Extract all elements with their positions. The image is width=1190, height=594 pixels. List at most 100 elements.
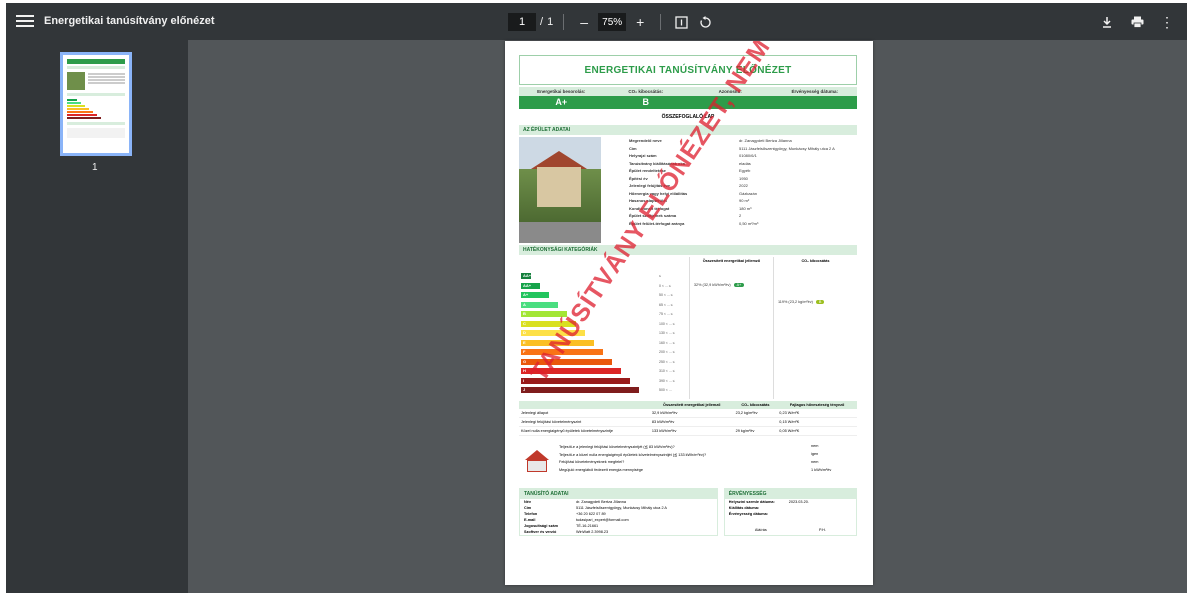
expert-value: dr. Zanagydeti Bertza Jillanna — [576, 500, 627, 504]
page-controls: / 1 – + — [508, 12, 715, 32]
expert-block: TANÚSÍTÓ ADATAI Név dr. Zanagydeti Bertza… — [519, 488, 718, 536]
rating-header: Érvényesség dátuma: — [772, 87, 857, 96]
zoom-level-input[interactable] — [598, 13, 627, 31]
validity-value: 2023.03.20. — [788, 500, 809, 504]
efficiency-bar: J — [521, 387, 639, 393]
summary-table-cell: 0,15 W/m²K — [777, 417, 857, 427]
requirement-answer: nem — [811, 460, 819, 464]
toolbar-divider — [563, 14, 565, 30]
summary-table-cell: 23,2 kg/m²év — [733, 409, 778, 418]
summary-title: ÖSSZEFOGLALÓ LAP — [661, 114, 715, 120]
requirement-row: Felújítási követelményeknek megfelel? nem — [559, 458, 857, 466]
summary-table-header — [519, 401, 650, 409]
co2-column-header: CO₂ kibocsátás — [801, 259, 830, 263]
summary-table-cell: 0,05 W/m²K — [777, 426, 857, 436]
efficiency-range: ≤ — [659, 274, 661, 278]
expert-title: TANÚSÍTÓ ADATAI — [520, 489, 717, 499]
viewer-toolbar: Energetikai tanúsítvány előnézet / 1 – + — [6, 3, 1187, 40]
building-fact-value: eladás — [739, 160, 751, 166]
thumb-footer — [67, 128, 125, 138]
house-wall — [537, 167, 581, 207]
expert-value: tudasipari_expert@formail.com — [576, 518, 629, 522]
efficiency-bar: A — [521, 301, 558, 308]
expert-key: Telefon — [524, 512, 538, 516]
rating-header: CO₂ kibocsátás: — [603, 87, 688, 96]
fit-page-icon[interactable] — [671, 12, 691, 32]
signature-row: Aláírás P.H. — [725, 527, 856, 533]
expert-key: E-mail — [524, 518, 536, 522]
building-fact-row: Megrendelő neve dr. Zanagydeti Bertza Jil… — [629, 137, 857, 145]
building-fact-value: Egyéb — [739, 168, 751, 174]
minus-icon[interactable]: – — [574, 12, 594, 32]
house-illustration — [519, 440, 559, 482]
efficiency-range: 310 < ... ≤ — [659, 369, 675, 373]
page-number-input[interactable] — [508, 13, 536, 31]
building-fact-value: dr. Zanagydeti Bertza Jillanna — [739, 138, 792, 144]
efficiency-range: 250 < ... ≤ — [659, 359, 675, 364]
validity-key: Érvényesség dátuma: — [728, 512, 769, 516]
requirement-row: Teljesíti-e a jelenlegi felújítási követ… — [559, 442, 857, 450]
summary-table-cell: 32,9 kWh/m²év — [649, 409, 734, 418]
building-fact-value: 2022 — [739, 183, 748, 189]
requirement-question: Teljesíti-e a jelenlegi felújítási követ… — [559, 444, 675, 449]
expert-key: Cím — [524, 506, 532, 510]
thumb-banner — [67, 59, 125, 64]
section-efficiency: HATÉKONYSÁGI KATEGÓRIÁK — [519, 245, 857, 255]
summary-table-body: Jelenlegi állapot 32,9 kWh/m²év 23,2 kg/m²… — [519, 409, 857, 436]
expert-key: Szoftver és verzió — [524, 530, 557, 534]
summary-table-cell: 83 kWh/m²év — [649, 417, 734, 427]
print-icon[interactable] — [1127, 12, 1147, 32]
page-separator: / — [540, 16, 544, 28]
efficiency-bar: A+ — [521, 292, 549, 298]
thumb-building — [67, 72, 125, 90]
thumb-section — [67, 93, 125, 96]
thumbnail-sidebar: 1 — [6, 40, 188, 593]
efficiency-range: 50 < ... ≤ — [659, 293, 673, 297]
summary-table-cell — [733, 417, 778, 427]
thumb-section — [67, 66, 125, 69]
summary-table-row: Közel nulla energiaigényű épületek követ… — [519, 426, 857, 436]
more-vert-icon[interactable]: ⋮ — [1157, 12, 1177, 32]
requirement-answer: igen — [811, 452, 819, 456]
rotate-icon[interactable] — [695, 12, 715, 32]
stamp-label: P.H. — [818, 528, 826, 532]
building-fact-row: Helyrajzi szám 01080/6/1 — [629, 152, 857, 160]
co2-column: CO₂ kibocsátás 119% (23,2 kg/m²év) B — [772, 257, 857, 399]
co2-marker-text: 119% (23,2 kg/m²év) — [777, 300, 813, 304]
thumb-section — [67, 122, 125, 125]
hamburger-menu-icon[interactable] — [16, 12, 34, 30]
page-thumbnail[interactable] — [60, 52, 132, 156]
validity-row: Érvényesség dátuma: — [725, 511, 856, 517]
right-toolbar: ⋮ — [1097, 12, 1177, 32]
efficiency-bar: AA+ — [521, 282, 540, 289]
building-fact-row: Épület felület-térfogat aránya 0,50 m²/m³ — [629, 220, 857, 228]
requirement-question: Felújítási követelményeknek megfelel? — [559, 460, 625, 464]
thumb-scale — [67, 99, 125, 119]
download-icon[interactable] — [1097, 12, 1117, 32]
building-fact-value: 5111 Jászfelsőszentgyörgy, Munkácsy Mihá… — [739, 145, 835, 151]
summary-table-header: Fajlagos hőveszteség tényező — [777, 401, 857, 409]
efficiency-range: 130 < ... ≤ — [659, 331, 675, 335]
efficiency-bar: B — [521, 311, 567, 317]
requirements-list: Teljesíti-e a jelenlegi felújítási követ… — [559, 440, 857, 482]
expert-value: WinWatt 2.3998.23 — [576, 530, 609, 534]
summary-table-row: Jelenlegi állapot 32,9 kWh/m²év 23,2 kg/m²… — [519, 409, 857, 418]
requirement-answer: 1 kWh/m²év — [811, 468, 832, 472]
document-title: Energetikai tanúsítvány előnézet — [44, 15, 215, 27]
signature-label: Aláírás — [754, 528, 767, 532]
energy-marker-chip: A+ — [733, 283, 745, 287]
energy-column: Összesített energetikai jellemző 32% (32… — [688, 257, 773, 399]
plus-icon[interactable]: + — [630, 12, 650, 32]
requirement-question: Teljesíti-e a közel nulla energiaigényű … — [559, 452, 707, 457]
summary-table-cell: Közel nulla energiaigényű épületek követ… — [519, 426, 650, 436]
ratings-strip: Energetikai besorolás: CO₂ kibocsátás: A… — [519, 87, 857, 109]
building-fact-value: 1950 — [739, 175, 748, 181]
building-fact-row: Cím 5111 Jászfelsőszentgyörgy, Munkácsy M… — [629, 145, 857, 153]
page-total: 1 — [547, 16, 554, 28]
requirement-answer: nem — [811, 444, 819, 448]
expert-row: Szoftver és verzió WinWatt 2.3998.23 — [520, 529, 717, 535]
expert-value: TÉ-16-21661 — [576, 524, 599, 528]
summary-table-cell: 29 kg/m²év — [733, 426, 778, 436]
summary-table-row: Jelenlegi felújítási követelményszint 83 … — [519, 417, 857, 427]
requirement-row: Megújuló energiából fedezett energia men… — [559, 466, 857, 474]
